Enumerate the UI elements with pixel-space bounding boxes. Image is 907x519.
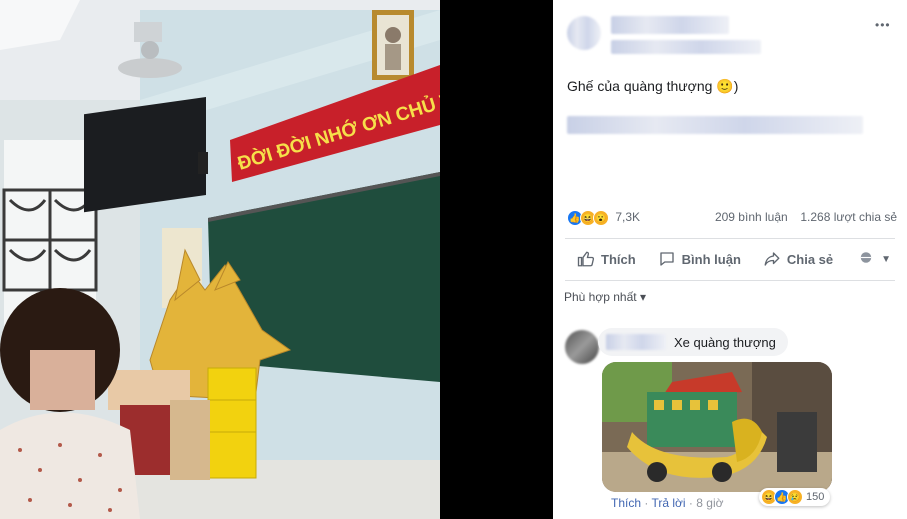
like-label: Thích (601, 251, 636, 267)
reaction-count[interactable]: 7,3K (615, 210, 640, 224)
sort-caret-icon: ▾ (639, 290, 646, 304)
like-button[interactable]: Thích (577, 250, 636, 268)
more-options-icon[interactable]: ••• (875, 18, 891, 32)
comment-image[interactable] (602, 362, 832, 492)
divider (565, 238, 895, 239)
profile-switch-icon (860, 252, 872, 263)
thumb-up-icon (577, 251, 595, 267)
share-icon (764, 252, 780, 266)
divider (565, 280, 895, 281)
reaction-summary: 👍 😆 😮 7,3K 209 bình luận 1.268 lượt chia s… (567, 210, 897, 230)
comment-reply-link[interactable]: Trả lời (651, 496, 685, 510)
audience-selector[interactable]: ▼ (857, 250, 891, 268)
shares-count[interactable]: 1.268 lượt chia sẻ (800, 210, 897, 224)
wow-icon[interactable]: 😮 (593, 210, 609, 226)
comment-label: Bình luận (681, 251, 741, 267)
blurred-caption-line (567, 116, 863, 134)
comments-count[interactable]: 209 bình luận (715, 210, 788, 224)
sad-icon: 😢 (787, 489, 803, 505)
comment-icon (659, 252, 674, 266)
caption-text: Ghế của quàng thượng (567, 78, 713, 94)
post-panel: ••• Ghế của quàng thượng 🙂) 👍 😆 😮 7,3K 209… (553, 0, 907, 519)
author-avatar[interactable] (567, 16, 601, 50)
comment-item: Xe quàng thượng Thích · Trả lời · 8 giờ … (553, 316, 907, 519)
author-name[interactable] (611, 16, 729, 34)
comment-button[interactable]: Bình luận (658, 250, 741, 268)
share-label: Chia sẻ (786, 251, 834, 267)
comment-text: Xe quàng thượng (674, 334, 776, 350)
commenter-avatar[interactable] (565, 330, 599, 364)
comment-sort-dropdown[interactable]: Phù hợp nhất ▾ (564, 290, 646, 304)
comment-reactions[interactable]: 😆 👍 😢 150 (759, 488, 831, 506)
classroom-photo: ĐỜI ĐỜI NHỚ ƠN CHỦ TỊCH H (0, 0, 440, 519)
decorated-cart-photo-icon (602, 362, 832, 492)
post-caption: Ghế của quàng thượng 🙂) (567, 78, 738, 95)
comment-bubble: Xe quàng thượng (598, 328, 788, 356)
comment-like-link[interactable]: Thích (611, 496, 641, 510)
post-photo[interactable]: ĐỜI ĐỜI NHỚ ƠN CHỦ TỊCH H (0, 0, 440, 519)
commenter-name[interactable] (606, 334, 666, 350)
smile-emoji-icon: 🙂 (716, 78, 734, 94)
comment-meta: Thích · Trả lời · 8 giờ (611, 496, 724, 510)
post-timestamp[interactable] (611, 40, 761, 54)
comment-time[interactable]: 8 giờ (696, 496, 723, 510)
chevron-down-icon: ▼ (881, 253, 891, 265)
post-actions: Thích Bình luận Chia sẻ ▼ (565, 244, 895, 274)
comment-reaction-count: 150 (806, 491, 825, 503)
sort-label: Phù hợp nhất (564, 290, 637, 304)
caption-suffix: ) (733, 78, 739, 94)
share-button[interactable]: Chia sẻ (763, 250, 833, 268)
